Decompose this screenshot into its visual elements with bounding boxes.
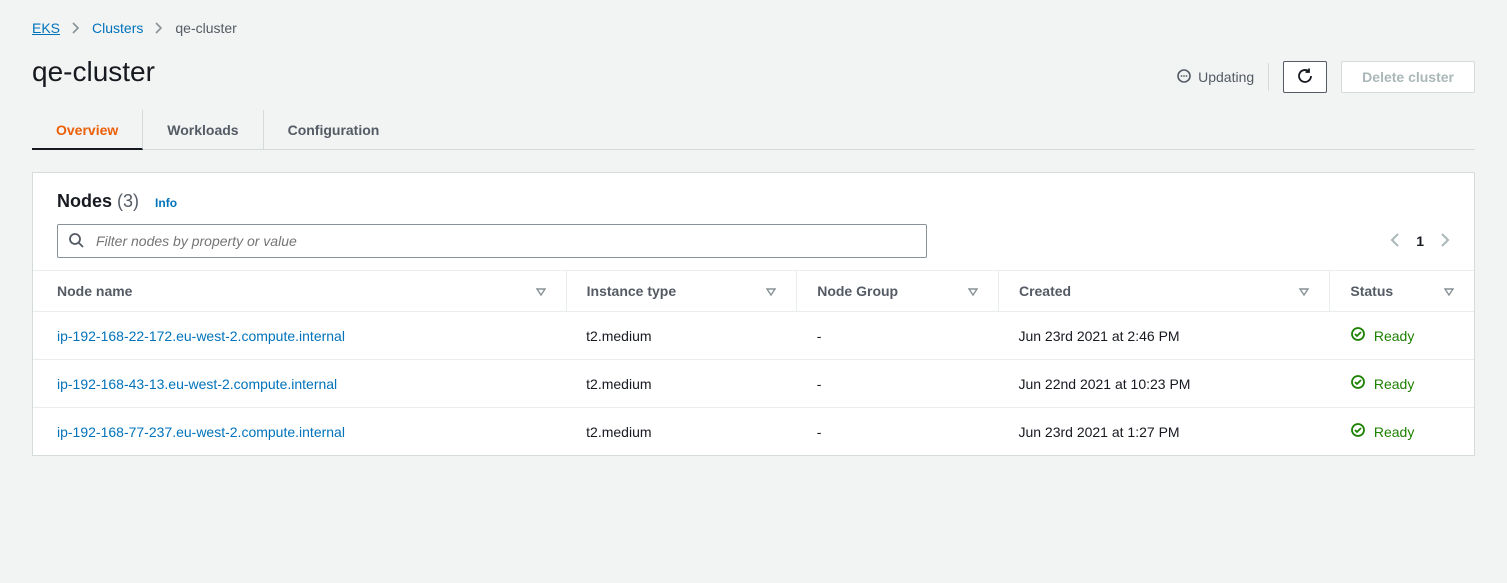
refresh-icon: [1297, 68, 1313, 87]
delete-cluster-button[interactable]: Delete cluster: [1341, 61, 1475, 93]
cell-created: Jun 23rd 2021 at 1:27 PM: [998, 408, 1329, 456]
status-badge: Updating: [1176, 68, 1254, 87]
sort-icon: [766, 283, 776, 299]
nodes-table: Node name Instance type Node Group Creat…: [33, 270, 1474, 455]
pagination: 1: [1390, 232, 1450, 251]
status-ready: Ready: [1350, 422, 1454, 441]
check-circle-icon: [1350, 422, 1366, 441]
breadcrumb-current: qe-cluster: [175, 20, 236, 36]
header-actions: Updating Delete cluster: [1176, 61, 1475, 93]
status-label: Updating: [1198, 69, 1254, 85]
table-row: ip-192-168-22-172.eu-west-2.compute.inte…: [33, 312, 1474, 360]
page-prev[interactable]: [1390, 232, 1400, 251]
sort-icon: [968, 283, 978, 299]
breadcrumb-root[interactable]: EKS: [32, 20, 60, 36]
sort-icon: [1444, 283, 1454, 299]
cell-instance: t2.medium: [566, 408, 797, 456]
status-ready: Ready: [1350, 374, 1454, 393]
node-name-link[interactable]: ip-192-168-77-237.eu-west-2.compute.inte…: [57, 424, 345, 440]
filter-box[interactable]: [57, 224, 927, 258]
cell-instance: t2.medium: [566, 312, 797, 360]
chevron-right-icon: [72, 22, 80, 34]
col-header-created[interactable]: Created: [998, 271, 1329, 312]
node-name-link[interactable]: ip-192-168-43-13.eu-west-2.compute.inter…: [57, 376, 337, 392]
check-circle-icon: [1350, 326, 1366, 345]
divider: [1268, 63, 1269, 91]
filter-input[interactable]: [94, 232, 916, 250]
tabs: Overview Workloads Configuration: [32, 110, 1475, 150]
nodes-panel: Nodes (3) Info 1: [32, 172, 1475, 456]
search-icon: [68, 232, 84, 251]
table-row: ip-192-168-43-13.eu-west-2.compute.inter…: [33, 360, 1474, 408]
panel-title: Nodes (3): [57, 191, 139, 212]
cell-group: -: [797, 408, 999, 456]
col-header-group[interactable]: Node Group: [797, 271, 999, 312]
col-header-name[interactable]: Node name: [33, 271, 566, 312]
panel-count: (3): [117, 191, 139, 211]
tab-configuration[interactable]: Configuration: [264, 110, 404, 150]
page-next[interactable]: [1440, 232, 1450, 251]
updating-icon: [1176, 68, 1192, 87]
cell-created: Jun 23rd 2021 at 2:46 PM: [998, 312, 1329, 360]
panel-title-text: Nodes: [57, 191, 112, 211]
chevron-right-icon: [155, 22, 163, 34]
cell-group: -: [797, 312, 999, 360]
col-header-status[interactable]: Status: [1330, 271, 1474, 312]
info-link[interactable]: Info: [155, 196, 177, 210]
table-row: ip-192-168-77-237.eu-west-2.compute.inte…: [33, 408, 1474, 456]
breadcrumb-parent[interactable]: Clusters: [92, 20, 143, 36]
page-title: qe-cluster: [32, 56, 155, 88]
refresh-button[interactable]: [1283, 61, 1327, 93]
page-number: 1: [1416, 233, 1424, 249]
check-circle-icon: [1350, 374, 1366, 393]
breadcrumb: EKS Clusters qe-cluster: [32, 20, 1475, 36]
sort-icon: [1299, 283, 1309, 299]
tab-overview[interactable]: Overview: [32, 110, 143, 150]
node-name-link[interactable]: ip-192-168-22-172.eu-west-2.compute.inte…: [57, 328, 345, 344]
cell-group: -: [797, 360, 999, 408]
tab-workloads[interactable]: Workloads: [143, 110, 263, 150]
col-header-instance[interactable]: Instance type: [566, 271, 797, 312]
cell-instance: t2.medium: [566, 360, 797, 408]
cell-created: Jun 22nd 2021 at 10:23 PM: [998, 360, 1329, 408]
status-ready: Ready: [1350, 326, 1454, 345]
sort-icon: [536, 283, 546, 299]
